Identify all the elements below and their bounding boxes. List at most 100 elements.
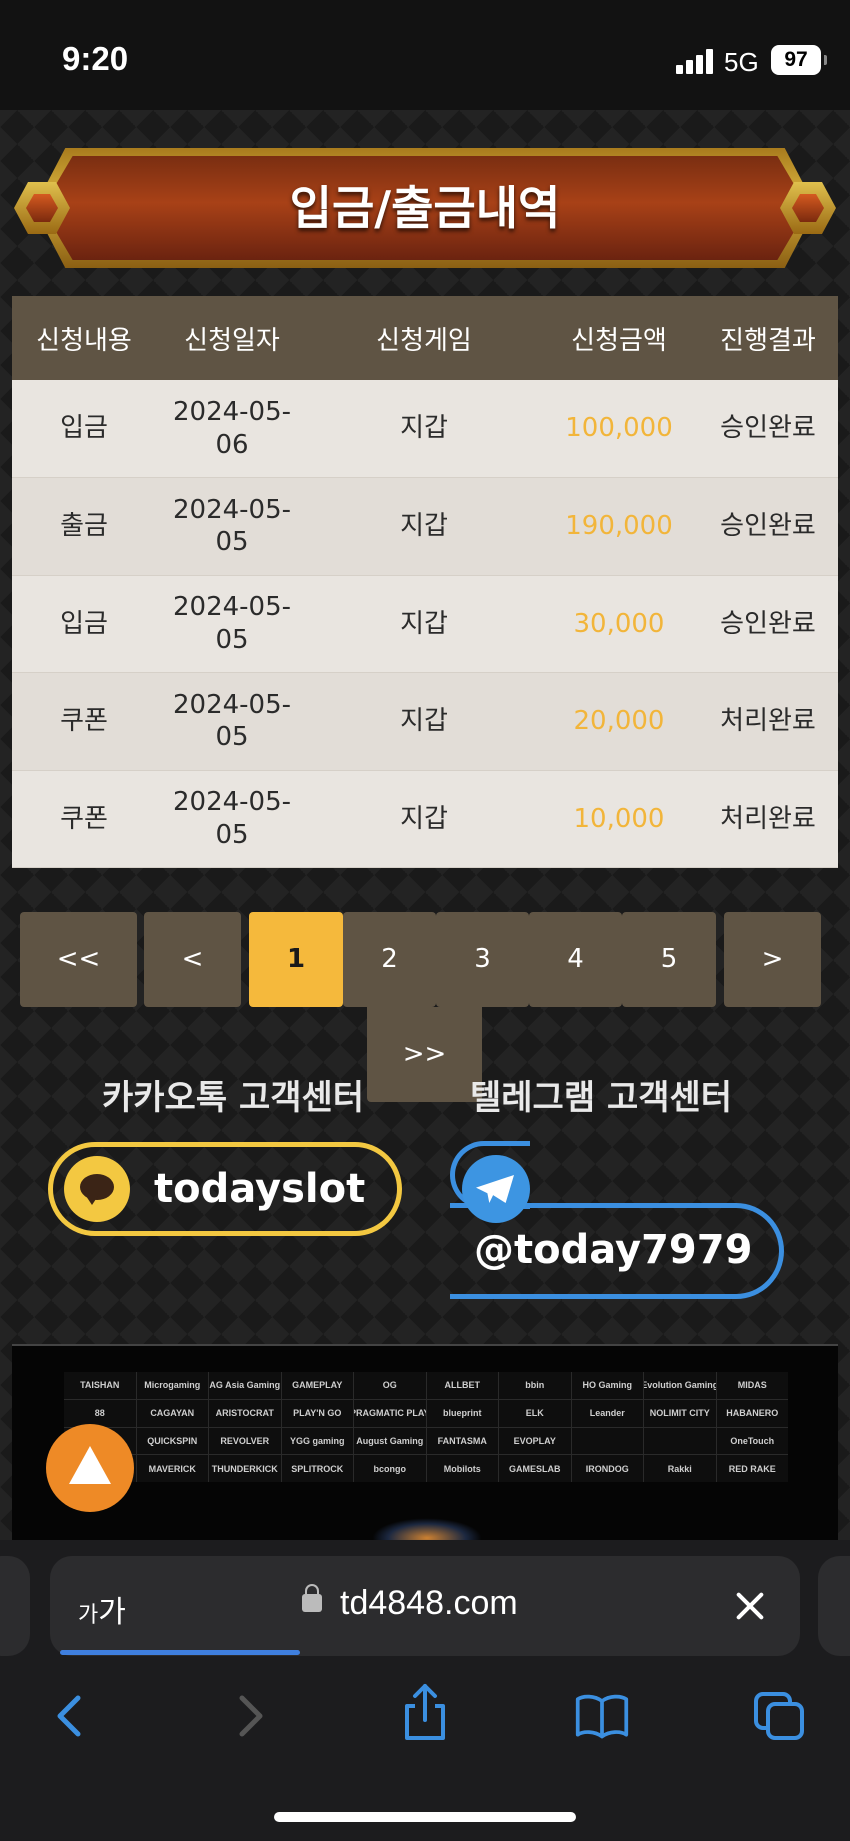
next-page-button[interactable]: > (724, 912, 821, 1007)
cell-date-line2: 05 (215, 819, 249, 850)
cell-date: 2024-05- 05 (156, 770, 308, 868)
provider-logo: YGG gaming (281, 1427, 353, 1455)
cell-date-line2: 06 (215, 429, 249, 460)
header-date: 신청일자 (184, 325, 280, 356)
provider-logo (644, 1427, 716, 1455)
close-icon[interactable] (732, 1588, 768, 1624)
table-row: 입금 2024-05- 06 지갑 100,000 승인완료 (12, 380, 838, 478)
header-type: 신청내용 (36, 325, 132, 356)
kakao-talk-icon (64, 1156, 130, 1222)
provider-logo: EVOPLAY (499, 1427, 571, 1455)
provider-logo: Mobilots (426, 1455, 498, 1482)
header-amount: 신청금액 (571, 325, 667, 356)
provider-logo: Microgaming (136, 1372, 208, 1399)
provider-logo: FANTASMA (426, 1427, 498, 1455)
provider-logo: blueprint (426, 1399, 498, 1427)
provider-logo: AG Asia Gaming (209, 1372, 281, 1399)
provider-logo: HO Gaming (571, 1372, 643, 1399)
table-row: 입금 2024-05- 05 지갑 30,000 승인완료 (12, 575, 838, 673)
provider-logo: Leander (571, 1399, 643, 1427)
provider-logo: HABANERO (716, 1399, 788, 1427)
table-row: 출금 2024-05- 05 지갑 190,000 승인완료 (12, 477, 838, 576)
cell-amount: 30,000 (540, 575, 698, 673)
tabs-icon[interactable] (752, 1690, 808, 1742)
cell-result: 승인완료 (698, 575, 838, 673)
telegram-support-label: 텔레그램 고객센터 (470, 1078, 733, 1118)
cell-date-line1: 2024-05- (172, 397, 291, 427)
cell-game: 지갑 (308, 380, 540, 478)
text-size-small-label: 가 (78, 1603, 99, 1628)
cell-date: 2024-05- 06 (156, 380, 308, 478)
header-result: 진행결과 (720, 325, 816, 356)
provider-logo: Evolution Gaming (644, 1372, 716, 1399)
page-title: 입금/출금내역 (289, 181, 561, 235)
table-header-row: 신청내용 신청일자 신청게임 신청금액 진행결과 (12, 296, 838, 380)
cell-type: 쿠폰 (12, 672, 156, 771)
first-page-button[interactable]: << (20, 912, 137, 1007)
provider-logo: REVOLVER (209, 1427, 281, 1455)
status-bar: 9:20 5G 97 (0, 0, 850, 110)
provider-logo: bbin (499, 1372, 571, 1399)
cell-amount: 100,000 (540, 380, 698, 478)
share-icon[interactable] (397, 1682, 453, 1742)
battery-icon: 97 (771, 45, 827, 75)
cell-date: 2024-05- 05 (156, 575, 308, 673)
provider-logo: 88 (64, 1399, 136, 1427)
provider-logo: SPLITROCK (281, 1455, 353, 1482)
page-button-1[interactable]: 1 (249, 912, 343, 1007)
prev-page-button[interactable]: < (144, 912, 241, 1007)
cell-date-line2: 05 (215, 624, 249, 655)
provider-logo: IRONDOG (571, 1455, 643, 1482)
cell-date-line1: 2024-05- (172, 592, 291, 623)
provider-logo: RED RAKE (716, 1455, 788, 1482)
provider-logo: GAMEPLAY (281, 1372, 353, 1399)
cell-result: 처리완료 (698, 770, 838, 868)
scroll-to-top-button[interactable] (46, 1424, 134, 1512)
cell-game: 지갑 (308, 477, 540, 576)
provider-logo: GAMESLAB (499, 1455, 571, 1482)
provider-logo: MIDAS (716, 1372, 788, 1399)
status-time: 9:20 (62, 40, 129, 77)
cell-type: 쿠폰 (12, 770, 156, 868)
provider-logo: THUNDERKICK (209, 1455, 281, 1482)
cell-result: 처리완료 (698, 672, 838, 771)
cell-type: 입금 (12, 575, 156, 673)
network-label: 5G (724, 47, 759, 77)
provider-logo: ARISTOCRAT (209, 1399, 281, 1427)
cell-date: 2024-05- 05 (156, 477, 308, 576)
kakao-id: todayslot (154, 1166, 366, 1212)
last-page-button[interactable]: >> (367, 1007, 482, 1102)
cell-date-line2: 05 (215, 527, 249, 558)
provider-logo: PLAY'N GO (281, 1399, 353, 1427)
provider-logo: ELK (499, 1399, 571, 1427)
cell-date-line1: 2024-05- (172, 787, 291, 818)
provider-logo: August Gaming (354, 1427, 426, 1455)
provider-logo: TAISHAN (64, 1372, 136, 1399)
provider-logo (571, 1427, 643, 1455)
provider-logo: Rakki (644, 1455, 716, 1482)
page-button-5[interactable]: 5 (622, 912, 716, 1007)
providers-grid: TAISHAN Microgaming AG Asia Gaming GAMEPLAY… (64, 1372, 788, 1482)
chevron-left-icon[interactable] (42, 1690, 98, 1742)
page-button-3[interactable]: 3 (436, 912, 529, 1007)
telegram-icon (462, 1155, 530, 1223)
book-icon[interactable] (574, 1690, 630, 1742)
next-tab-preview[interactable] (818, 1556, 850, 1656)
signal-icon (676, 48, 714, 74)
history-table: 신청내용 신청일자 신청게임 신청금액 진행결과 입금 2024-05- 06 지… (12, 296, 838, 868)
text-size-button[interactable]: 가가 (78, 1587, 126, 1631)
cell-type: 입금 (12, 380, 156, 478)
previous-tab-preview[interactable] (0, 1556, 30, 1656)
telegram-id: @today7979 (474, 1227, 753, 1273)
cell-date: 2024-05- 05 (156, 672, 308, 771)
cell-result: 승인완료 (698, 477, 838, 576)
page-button-2[interactable]: 2 (343, 912, 436, 1007)
url-text[interactable]: td4848.com (340, 1584, 518, 1623)
provider-logo: OG (354, 1372, 426, 1399)
page-button-4[interactable]: 4 (529, 912, 622, 1007)
chevron-right-icon[interactable] (222, 1690, 278, 1742)
cell-result: 승인완료 (698, 380, 838, 478)
page-load-progress (60, 1650, 300, 1655)
cell-game: 지갑 (308, 672, 540, 771)
cell-amount: 190,000 (540, 477, 698, 576)
